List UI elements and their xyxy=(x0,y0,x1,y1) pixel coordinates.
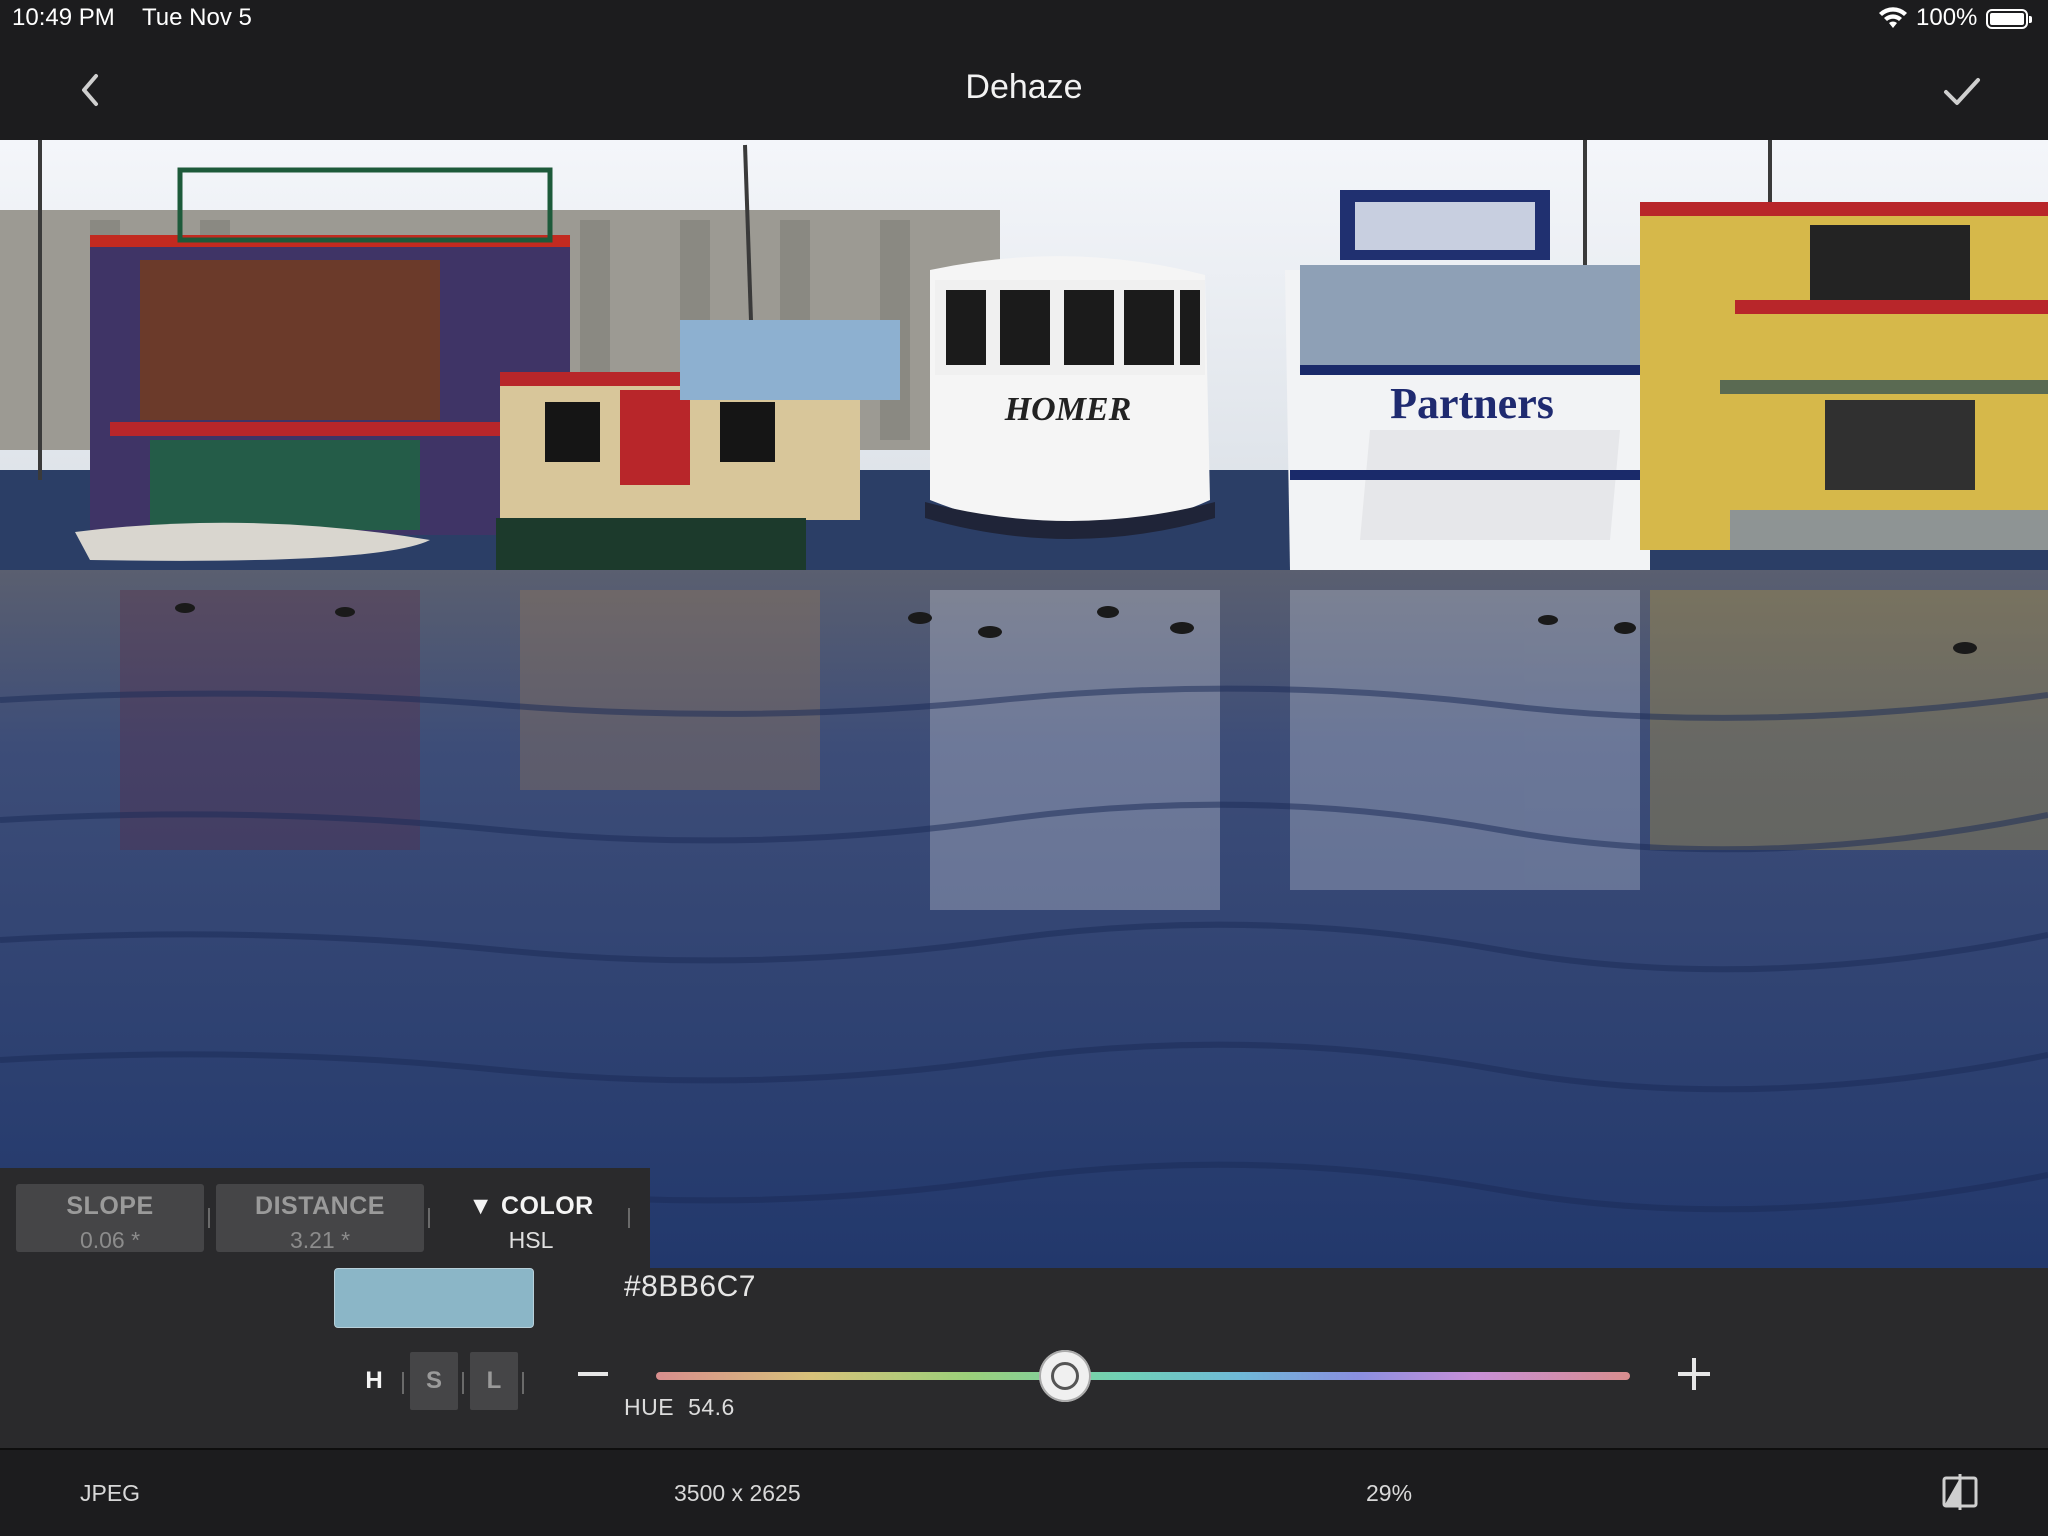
image-format: JPEG xyxy=(80,1480,141,1506)
nav-bar: Dehaze xyxy=(0,40,2048,140)
image-dimensions: 3500 x 2625 xyxy=(674,1480,801,1506)
bottom-info-bar: JPEG 3500 x 2625 29% xyxy=(0,1448,2048,1536)
slider-label: HUE xyxy=(624,1394,675,1420)
wifi-icon xyxy=(1879,7,1907,28)
distance-value: 3.21 * xyxy=(289,1227,351,1253)
channel-s-button[interactable]: S xyxy=(410,1352,458,1410)
status-time: 10:49 PM xyxy=(12,4,115,31)
channel-l-button[interactable]: L xyxy=(470,1352,518,1410)
distance-label: DISTANCE xyxy=(255,1192,385,1220)
slope-value: 0.06 * xyxy=(79,1227,141,1253)
color-swatch[interactable] xyxy=(334,1268,534,1328)
channel-divider xyxy=(522,1372,524,1394)
tab-slope[interactable]: SLOPE 0.06 * xyxy=(16,1184,204,1253)
status-bar: 10:49 PM Tue Nov 5 100% xyxy=(0,0,2048,40)
boat-name-homer: HOMER xyxy=(1004,391,1132,428)
channel-divider xyxy=(462,1372,464,1394)
page-title: Dehaze xyxy=(965,68,1083,106)
channel-h-button[interactable]: H xyxy=(350,1352,398,1410)
decrement-button[interactable] xyxy=(576,1356,612,1392)
slider-value: 54.6 xyxy=(688,1394,735,1420)
tab-divider xyxy=(208,1208,210,1228)
slope-label: SLOPE xyxy=(66,1192,154,1220)
battery-percent: 100% xyxy=(1916,4,1978,31)
houseboats-photo: HOMER Partners xyxy=(0,140,2048,1268)
color-panel: #8BB6C7 H S L HUE 54.6 xyxy=(0,1268,2048,1448)
hue-slider-thumb[interactable] xyxy=(1039,1350,1092,1402)
hue-slider-track[interactable] xyxy=(656,1372,1630,1380)
channel-divider xyxy=(402,1372,404,1394)
boat-name-partners: Partners xyxy=(1390,379,1554,428)
checkmark-icon[interactable] xyxy=(1940,72,1984,112)
parameter-tabs: SLOPE 0.06 * DISTANCE 3.21 * ▼ COLOR HSL xyxy=(0,1168,650,1268)
slider-readout: HUE 54.6 xyxy=(624,1394,735,1421)
increment-button[interactable] xyxy=(1676,1356,1712,1392)
compare-split-icon[interactable] xyxy=(1940,1472,1980,1512)
battery-icon xyxy=(1986,9,2032,29)
tab-divider xyxy=(628,1208,630,1228)
tab-divider xyxy=(428,1208,430,1228)
tab-distance[interactable]: DISTANCE 3.21 * xyxy=(216,1184,424,1253)
color-mode-value: HSL xyxy=(508,1227,554,1253)
zoom-level: 29% xyxy=(1366,1480,1413,1506)
tab-color[interactable]: ▼ COLOR HSL xyxy=(436,1184,626,1253)
color-label: ▼ COLOR xyxy=(468,1192,594,1220)
status-date: Tue Nov 5 xyxy=(142,4,252,31)
hex-value: #8BB6C7 xyxy=(624,1270,756,1303)
photo-canvas[interactable]: HOMER Partners xyxy=(0,140,2048,1268)
